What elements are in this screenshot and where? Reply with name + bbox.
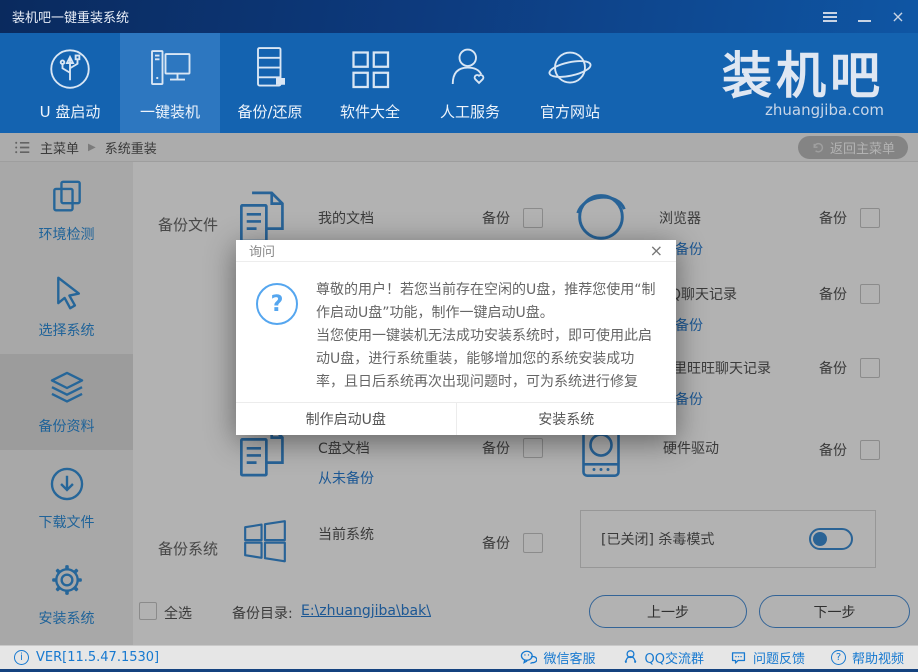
nav-item-official-site[interactable]: 官方网站 [520,33,620,133]
dialog-message: 尊敬的用户！若您当前存在空闲的U盘，推荐您使用“制作启动U盘”功能，制作一键启动… [316,279,656,394]
nav-item-human-service[interactable]: 人工服务 [420,33,520,133]
install-system-button[interactable]: 安装系统 [455,403,677,435]
statusbar: i VER[11.5.47.1530] 微信客服 QQ交流群 问题反馈 ? 帮助… [0,645,918,672]
menu-icon[interactable] [820,7,840,27]
nav-item-software[interactable]: 软件大全 [320,33,420,133]
window-controls: × [820,7,908,27]
feedback-bubble-icon [731,652,746,664]
dialog-title: 询问 [249,245,276,261]
feedback-link[interactable]: 问题反馈 [730,648,805,667]
make-boot-usb-button[interactable]: 制作启动U盘 [236,403,456,435]
dialog-close-icon[interactable]: × [650,242,663,259]
nav-item-backup-restore[interactable]: 备份/还原 [220,33,320,133]
statusbar-link-label: 帮助视频 [851,652,904,667]
globe-icon [546,45,594,93]
window-title: 装机吧一键重装系统 [12,11,130,26]
app-window: 装机吧一键重装系统 × U 盘启动 一键装机 备份/还原 软件大全 人工服务 官… [0,0,918,672]
content-area: 主菜单 ▶ 系统重装 返回主菜单 环境检测 选择系统 备份资料 下载文件 安装系… [0,133,918,645]
nav-label: U 盘启动 [39,102,101,121]
nav-label: 备份/还原 [237,102,303,121]
statusbar-link-label: QQ交流群 [644,652,704,667]
wechat-icon [521,650,538,665]
nav-label: 软件大全 [339,102,400,121]
server-icon [246,45,294,93]
main-navbar: U 盘启动 一键装机 备份/还原 软件大全 人工服务 官方网站 装机吧 zhua… [0,33,918,133]
brand-logo: 装机吧 zhuangjiba.com [722,48,884,119]
brand-logo-text: 装机吧 [722,45,884,105]
info-icon: i [14,650,29,665]
grid-icon [346,45,394,93]
dialog-body: ? 尊敬的用户！若您当前存在空闲的U盘，推荐您使用“制作启动U盘”功能，制作一键… [236,262,676,402]
dialog-titlebar: 询问 × [236,240,676,263]
statusbar-links: 微信客服 QQ交流群 问题反馈 ? 帮助视频 [520,648,904,667]
question-mark-icon: ? [256,283,298,326]
nav-item-one-key-install[interactable]: 一键装机 [120,33,220,133]
version-info: i VER[11.5.47.1530] [14,650,159,665]
statusbar-link-label: 微信客服 [543,652,596,667]
help-icon: ? [830,650,846,665]
minimize-icon[interactable] [854,7,874,27]
computer-icon [146,45,194,93]
help-video-link[interactable]: ? 帮助视频 [830,648,904,667]
nav-label: 官方网站 [539,102,600,121]
usb-icon [46,45,94,93]
nav-label: 一键装机 [139,102,200,121]
nav-label: 人工服务 [439,102,500,121]
qq-group-link[interactable]: QQ交流群 [622,648,704,667]
person-icon [446,45,494,93]
version-text: VER[11.5.47.1530] [36,650,160,665]
titlebar: 装机吧一键重装系统 × [0,0,918,33]
inquiry-dialog: 询问 × ? 尊敬的用户！若您当前存在空闲的U盘，推荐您使用“制作启动U盘”功能… [236,240,676,435]
close-icon[interactable]: × [888,7,908,27]
statusbar-link-label: 问题反馈 [752,652,805,667]
dialog-footer: 制作启动U盘 安装系统 [236,402,676,435]
dialog-message-line1: 尊敬的用户！若您当前存在空闲的U盘，推荐您使用“制作启动U盘”功能，制作一键启动… [316,282,656,322]
nav-item-usb-boot[interactable]: U 盘启动 [20,33,120,133]
qq-icon [624,650,636,664]
dialog-message-line2: 当您使用一键装机无法成功安装系统时，即可使用此启动U盘，进行系统重装，能够增加您… [316,328,652,391]
wechat-service-link[interactable]: 微信客服 [520,648,596,667]
